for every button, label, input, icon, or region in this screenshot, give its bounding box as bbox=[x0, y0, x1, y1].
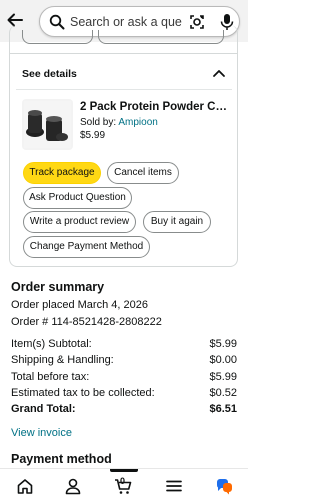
row-label: Shipping & Handling: bbox=[11, 354, 114, 366]
row-value: $6.51 bbox=[209, 403, 237, 415]
ask-product-question-button[interactable]: Ask Product Question bbox=[23, 187, 132, 209]
order-number: Order # 114-8521428-2808222 bbox=[11, 316, 162, 328]
see-details-toggle[interactable]: See details bbox=[22, 68, 77, 80]
seller-link[interactable]: Ampioon bbox=[118, 117, 157, 128]
seller-prefix: Sold by: bbox=[80, 117, 119, 128]
row-label: Estimated tax to be collected: bbox=[11, 387, 155, 399]
row-value: $0.52 bbox=[209, 387, 237, 399]
shipping-row: Shipping & Handling: $0.00 bbox=[11, 354, 237, 366]
assistant-icon[interactable] bbox=[215, 477, 233, 495]
divider bbox=[16, 89, 232, 90]
row-value: $0.00 bbox=[209, 354, 237, 366]
write-review-button[interactable]: Write a product review bbox=[23, 211, 136, 233]
payment-method-title: Payment method bbox=[11, 452, 112, 466]
partially-hidden-button[interactable] bbox=[98, 30, 224, 44]
total-before-tax-row: Total before tax: $5.99 bbox=[11, 371, 237, 383]
cart-count-badge: 0 bbox=[120, 476, 126, 486]
view-invoice-link[interactable]: View invoice bbox=[11, 427, 72, 439]
subtotal-row: Item(s) Subtotal: $5.99 bbox=[11, 338, 237, 350]
cancel-items-button[interactable]: Cancel items bbox=[107, 162, 179, 184]
divider bbox=[9, 53, 238, 54]
profile-icon[interactable] bbox=[64, 477, 82, 495]
order-placed-date: Order placed March 4, 2026 bbox=[11, 299, 148, 311]
chevron-up-icon[interactable] bbox=[212, 66, 226, 80]
product-price: $5.99 bbox=[80, 130, 106, 141]
menu-icon[interactable] bbox=[165, 477, 183, 495]
active-tab-indicator bbox=[110, 469, 138, 472]
row-label: Grand Total: bbox=[11, 403, 76, 415]
row-value: $5.99 bbox=[209, 338, 237, 350]
product-thumbnail[interactable] bbox=[22, 99, 73, 150]
row-value: $5.99 bbox=[209, 371, 237, 383]
product-seller: Sold by: Ampioon bbox=[80, 117, 158, 128]
bottom-navigation: 0 bbox=[0, 468, 248, 500]
home-icon[interactable] bbox=[16, 477, 34, 495]
estimated-tax-row: Estimated tax to be collected: $0.52 bbox=[11, 387, 237, 399]
order-summary-title: Order summary bbox=[11, 280, 105, 294]
row-label: Item(s) Subtotal: bbox=[11, 338, 92, 350]
product-title[interactable]: 2 Pack Protein Powder Co... bbox=[80, 101, 230, 113]
buy-it-again-button[interactable]: Buy it again bbox=[143, 211, 211, 233]
partially-hidden-button[interactable] bbox=[22, 30, 93, 44]
change-payment-method-button[interactable]: Change Payment Method bbox=[23, 236, 150, 258]
row-label: Total before tax: bbox=[11, 371, 90, 383]
track-package-button[interactable]: Track package bbox=[23, 162, 101, 184]
grand-total-row: Grand Total: $6.51 bbox=[11, 403, 237, 415]
